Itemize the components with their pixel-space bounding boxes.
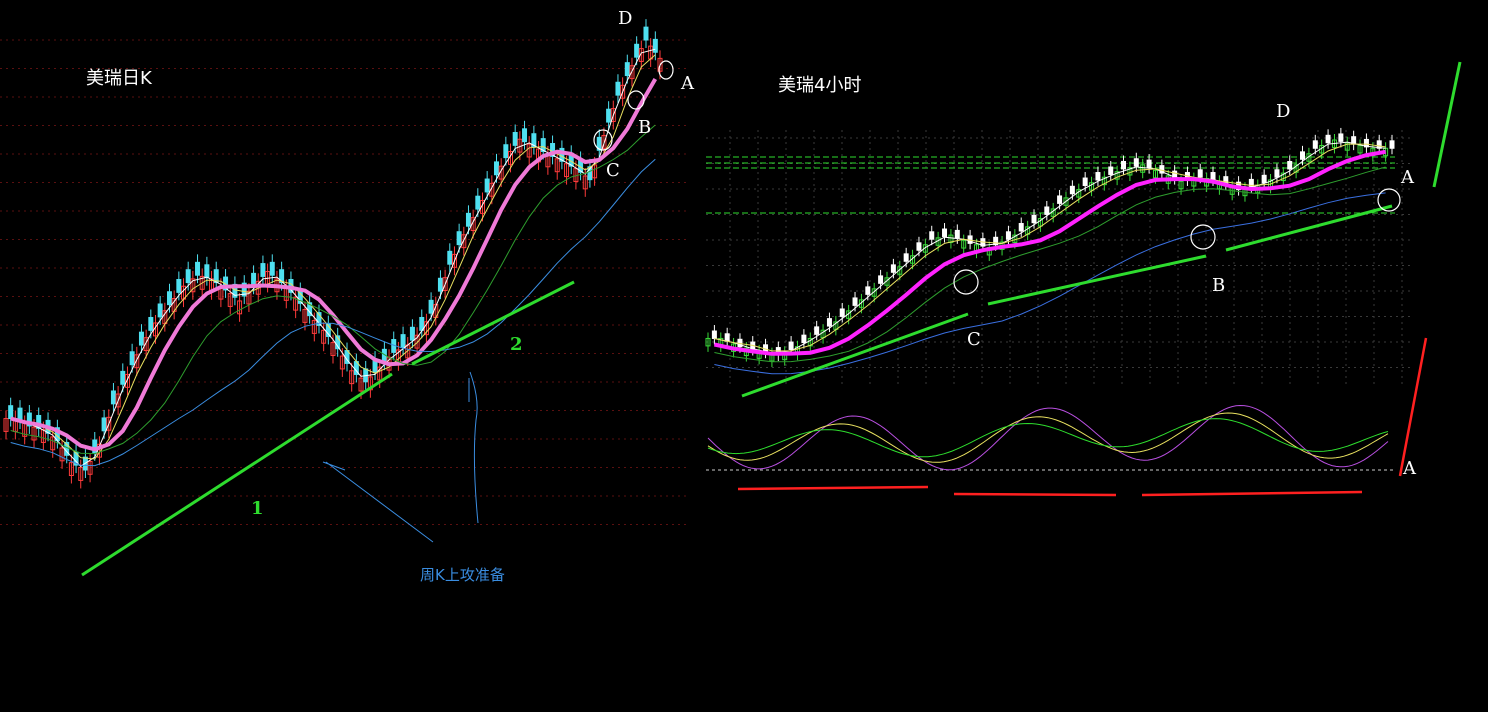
candle [157,303,163,318]
candle [1261,174,1267,184]
candle [204,264,210,279]
candle [269,261,275,276]
candle [826,318,832,327]
candle [724,333,730,342]
label-d: D [618,8,632,29]
candle [465,212,471,227]
candle [8,405,14,420]
candle [475,195,481,210]
candle [852,297,858,306]
candle [1274,169,1280,178]
candle [1069,185,1075,195]
candle [929,231,935,240]
candle [185,269,191,284]
candle [1095,172,1101,181]
candle [788,341,794,350]
daily-title: 美瑞日K [86,68,153,89]
candle [1082,177,1088,186]
candle [1031,214,1037,224]
candle [801,334,807,344]
candle [456,231,462,246]
candle [711,330,717,339]
candle [494,161,499,176]
candle [916,242,922,251]
candle [176,279,182,293]
weekly-note: 周K上攻准备 [420,566,505,584]
candle [167,291,172,306]
candle [428,299,434,314]
candle [1325,134,1331,144]
candle [447,250,453,265]
candle [437,277,443,292]
candle [522,128,528,143]
candle [129,351,135,366]
candle [1108,166,1114,175]
candle [1338,133,1344,142]
candle [942,228,948,237]
label-a: A [680,73,695,94]
candle [1312,140,1318,149]
candle [120,370,126,385]
candle [1146,159,1152,169]
candle [1389,140,1395,149]
candle [634,43,640,58]
candle [615,81,621,96]
candle [652,38,658,53]
label-b-4h: B [1212,275,1225,296]
candle [1300,151,1306,160]
candle [484,178,490,193]
candle [1005,231,1011,240]
candle [903,253,909,262]
candle [839,308,845,317]
candle [512,131,518,146]
four-hour-title: 美瑞4小时 [778,75,861,96]
candle [890,264,896,273]
candle [1133,158,1139,167]
candle [110,390,116,405]
label-c-4h: C [967,329,981,350]
candle [878,275,884,284]
candle [606,108,612,123]
trendline-label-2: 2 [510,334,523,355]
candle [1057,195,1063,204]
label-a-4h: A [1400,167,1415,188]
candle [1121,161,1127,170]
label-d-4h: D [1276,101,1290,122]
label-b: B [638,117,651,138]
candle [643,26,649,41]
candle [814,326,820,335]
candle [101,417,107,432]
candle [260,263,266,277]
candle [1018,223,1024,232]
label-c: C [606,160,620,181]
candle [503,144,509,159]
candle [1197,169,1203,178]
chart-canvas: 美瑞日K D A B C 1 2 周K上攻准备 美瑞4小时 D A B C A [0,0,1488,712]
candle [954,229,960,239]
oscillator-label-a: A [1402,458,1417,479]
candle [1287,161,1293,170]
candle [400,334,406,348]
red-line-2 [953,492,1117,497]
candle [1044,206,1050,215]
trendline-label-1: 1 [251,498,264,519]
candle [138,331,144,346]
candle [865,286,871,295]
candle [624,62,630,77]
candle [409,326,415,341]
candle [195,261,201,276]
candle [148,316,154,331]
